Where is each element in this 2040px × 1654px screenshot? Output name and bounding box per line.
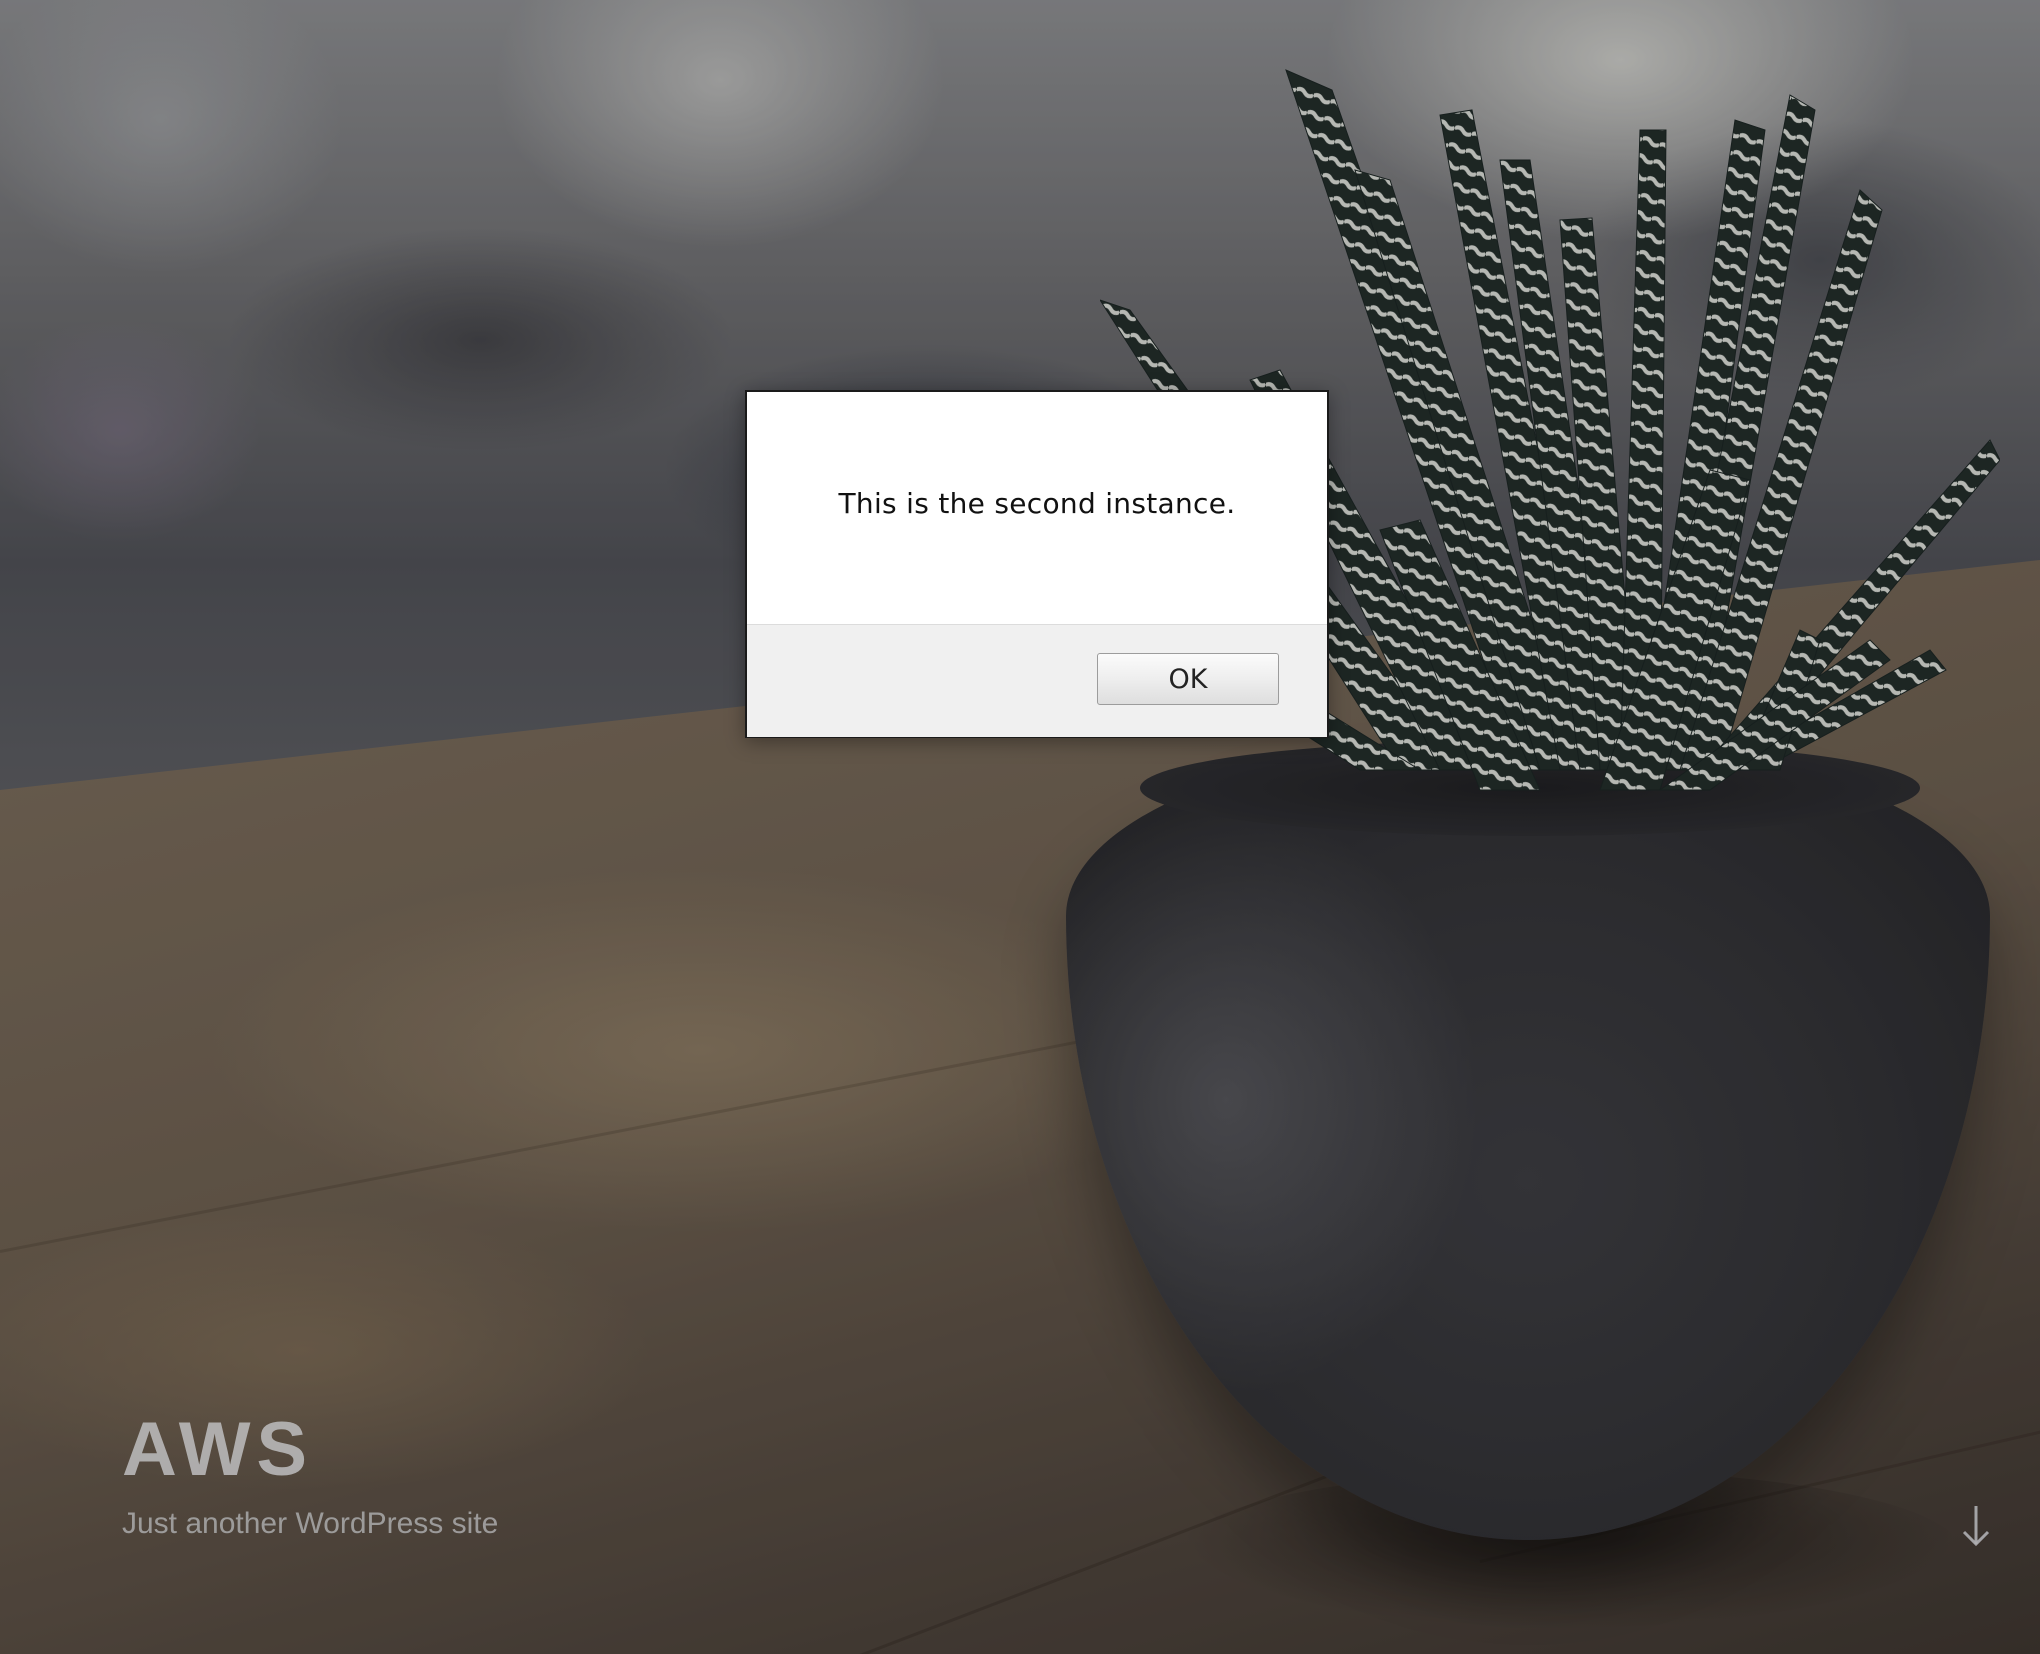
site-branding: AWS Just another WordPress site xyxy=(122,1404,498,1544)
alert-dialog-footer: OK xyxy=(747,624,1327,737)
ok-button[interactable]: OK xyxy=(1097,653,1279,705)
arrow-down-icon xyxy=(1962,1506,1990,1547)
alert-message: This is the second instance. xyxy=(838,486,1236,520)
alert-dialog-body: This is the second instance. xyxy=(747,392,1327,624)
site-title[interactable]: AWS xyxy=(122,1404,498,1496)
page-background: AWS Just another WordPress site This is … xyxy=(0,0,2040,1654)
alert-dialog: This is the second instance. OK xyxy=(745,390,1329,738)
site-tagline: Just another WordPress site xyxy=(122,1507,499,1540)
scroll-down-button[interactable] xyxy=(1956,1504,1996,1548)
